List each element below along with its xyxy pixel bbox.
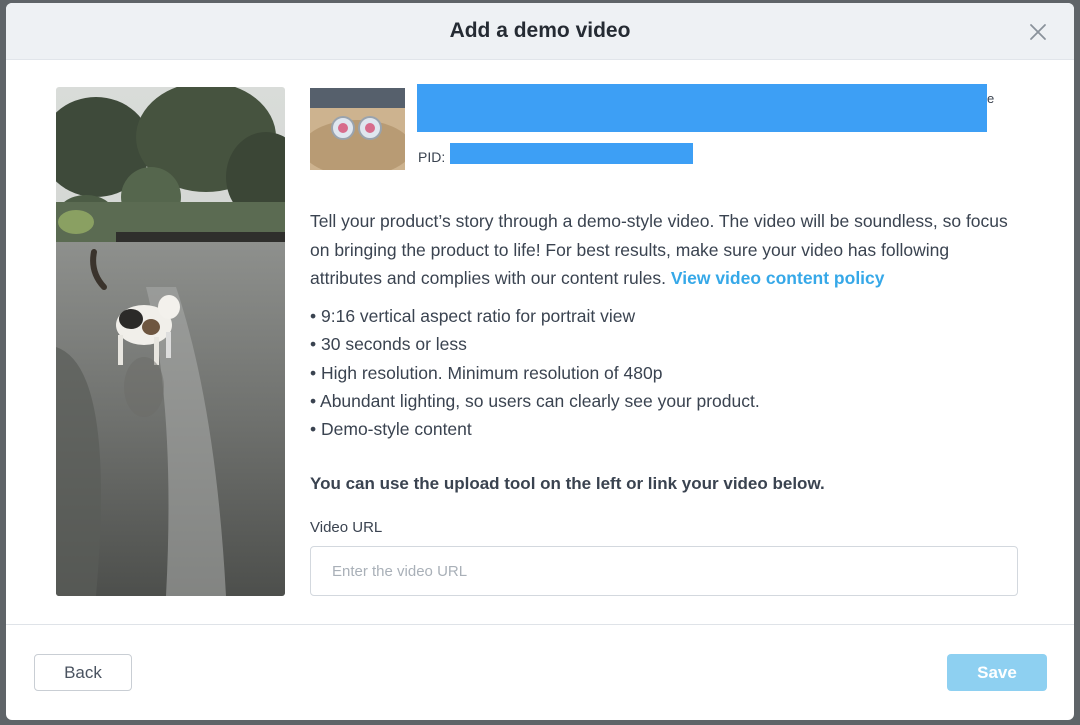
list-item: 9:16 vertical aspect ratio for portrait … — [310, 302, 760, 330]
pid-label: PID: — [418, 149, 446, 165]
intro-text: Tell your product’s story through a demo… — [310, 207, 1022, 293]
video-preview[interactable] — [56, 87, 285, 596]
video-url-label: Video URL — [310, 519, 383, 536]
save-button[interactable]: Save — [947, 654, 1047, 691]
list-item: High resolution. Minimum resolution of 4… — [310, 359, 760, 387]
list-item: 30 seconds or less — [310, 330, 760, 358]
product-name-tail: e — [987, 91, 995, 106]
list-item: Abundant lighting, so users can clearly … — [310, 387, 760, 415]
product-name-redacted — [417, 84, 987, 132]
add-demo-video-modal: Add a demo video e PID: Tell your produc… — [6, 3, 1074, 720]
back-button[interactable]: Back — [34, 654, 132, 691]
close-icon[interactable] — [1028, 22, 1048, 42]
modal-title: Add a demo video — [449, 19, 631, 42]
footer-divider — [6, 624, 1074, 625]
video-attributes-list: 9:16 vertical aspect ratio for portrait … — [310, 302, 760, 443]
modal-header: Add a demo video — [6, 3, 1074, 60]
video-url-input[interactable] — [310, 546, 1018, 596]
pid-value-redacted — [450, 143, 693, 164]
view-video-content-policy-link[interactable]: View video content policy — [671, 268, 885, 288]
upload-hint: You can use the upload tool on the left … — [310, 474, 825, 493]
product-thumbnail — [310, 88, 405, 170]
list-item: Demo-style content — [310, 415, 760, 443]
intro-body: Tell your product’s story through a demo… — [310, 211, 1008, 288]
